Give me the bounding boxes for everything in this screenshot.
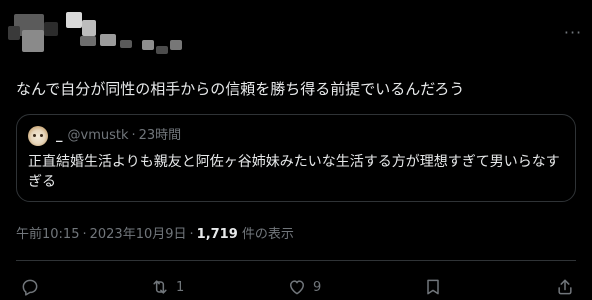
redacted-block [82, 20, 96, 36]
retweet-button[interactable]: 1 [150, 276, 184, 298]
redacted-block [66, 12, 82, 28]
redacted-block [80, 36, 96, 46]
like-count: 9 [313, 279, 322, 295]
bookmark-button[interactable] [423, 276, 443, 298]
redacted-block [120, 40, 132, 48]
quote-author-handle[interactable]: @vmustk [68, 128, 129, 143]
divider [16, 260, 576, 261]
author-redacted[interactable] [0, 0, 200, 60]
separator-dot: · [189, 227, 194, 242]
redacted-block [100, 34, 116, 46]
redacted-block [170, 40, 182, 50]
redacted-block [142, 40, 154, 50]
quote-header: _ @vmustk · 23時間 [56, 127, 181, 145]
more-horizontal-icon: ··· [563, 23, 583, 42]
redacted-block [22, 30, 44, 52]
heart-icon [290, 280, 304, 295]
share-button[interactable] [555, 276, 575, 298]
quote-text: 正直結婚生活よりも親友と阿佐ヶ谷姉妹みたいな生活する方が理想すぎて男いらなすぎる [28, 154, 560, 190]
action-bar: 1 9 [0, 276, 592, 300]
views-label: 件の表示 [241, 227, 294, 242]
separator-dot: · [131, 128, 136, 143]
more-options-button[interactable]: ··· [562, 23, 584, 42]
quote-author-name[interactable]: _ [56, 128, 63, 143]
retweet-icon [153, 280, 167, 294]
avatar[interactable] [28, 126, 48, 146]
tweet-meta: 午前10:15 · 2023年10月9日 · 1,719 件の表示 [16, 226, 294, 244]
tweet-date[interactable]: 2023年10月9日 [90, 227, 187, 242]
bookmark-icon [427, 279, 439, 295]
reply-button[interactable] [20, 276, 46, 298]
redacted-block [44, 22, 58, 36]
quote-timestamp[interactable]: 23時間 [139, 128, 182, 143]
redacted-block [8, 26, 20, 40]
share-icon [558, 279, 572, 295]
views-count: 1,719 [196, 227, 238, 242]
retweet-count: 1 [176, 279, 185, 295]
tweet-time[interactable]: 午前10:15 [16, 227, 79, 242]
separator-dot: · [82, 227, 87, 242]
like-button[interactable]: 9 [287, 276, 321, 298]
tweet-text: なんで自分が同性の相手からの信頼を勝ち得る前提でいるんだろう [16, 80, 465, 98]
quoted-tweet[interactable]: _ @vmustk · 23時間 正直結婚生活よりも親友と阿佐ヶ谷姉妹みたいな生活する… [16, 114, 576, 202]
redacted-block [156, 46, 168, 54]
reply-icon [22, 279, 38, 296]
